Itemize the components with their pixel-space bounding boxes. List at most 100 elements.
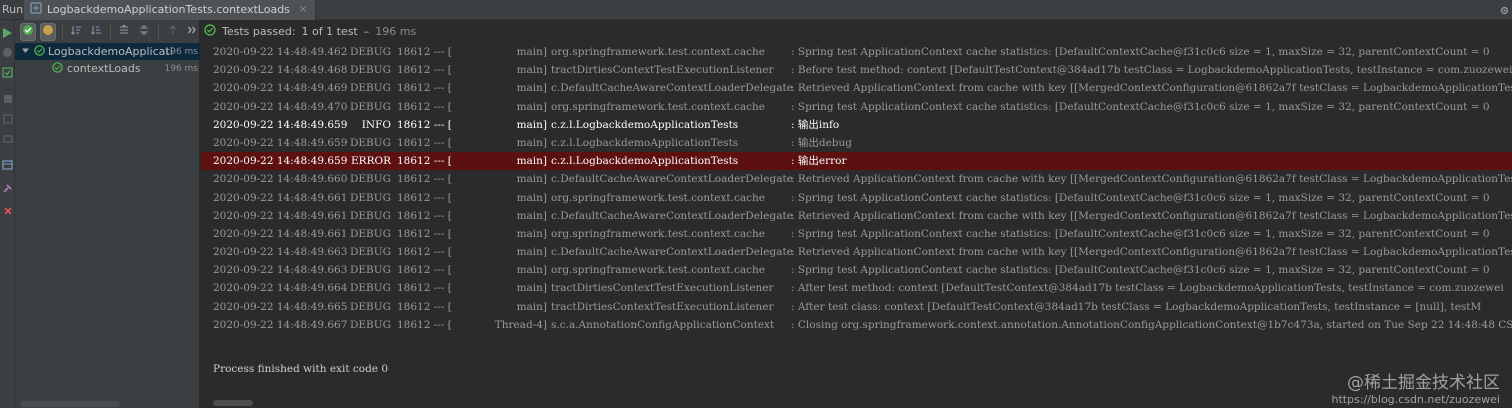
sort-by-duration-button[interactable] — [88, 23, 104, 41]
toolbar-separator — [109, 24, 111, 39]
tree-horizontal-scrollbar[interactable] — [20, 401, 120, 407]
chevron-double-right-icon — [187, 25, 197, 38]
watermark: @稀土掘金技术社区 https://blog.csdn.net/zuozewei — [1290, 368, 1500, 406]
log-msg: : Before test method: context [DefaultTe… — [791, 64, 1512, 77]
log-row-error: 2020-09-22 14:48:49.659 ERROR 18612 --- [m… — [201, 152, 1512, 171]
log-msg: : Spring test ApplicationContext cache s… — [791, 46, 1490, 58]
tree-node-test-method[interactable]: contextLoads 196 ms — [15, 60, 200, 77]
log-msg: : After test method: context [DefaultTes… — [791, 282, 1504, 295]
test-status-bar: Tests passed: 1 of 1 test – 196 ms — [200, 20, 416, 43]
log-ts: 2020-09-22 14:48:49.667 — [213, 318, 348, 331]
log-pid: 18612 --- [ — [397, 100, 452, 113]
check-circle-icon — [204, 24, 216, 39]
log-pid: 18612 --- [ — [397, 191, 452, 204]
more-actions-button[interactable] — [184, 23, 200, 41]
log-lg: c.z.l.LogbackdemoApplicationTests — [551, 155, 739, 168]
show-ignored-button[interactable] — [39, 22, 56, 41]
log-ts: 2020-09-22 14:48:49.659 — [213, 155, 348, 168]
log-msg: : Retrieved ApplicationContext from cach… — [791, 173, 1512, 186]
log-lv: DEBUG — [349, 46, 391, 58]
log-th: main] — [516, 282, 547, 295]
rerun-failed-icon[interactable] — [1, 46, 14, 59]
tree-node-test-class[interactable]: LogbackdemoApplicati 196 ms — [15, 43, 200, 60]
test-tree: LogbackdemoApplicati 196 ms contextLoads… — [15, 43, 200, 77]
pin-icon[interactable] — [1, 182, 14, 195]
show-passed-button[interactable] — [20, 22, 36, 41]
layout-icon[interactable] — [1, 158, 14, 171]
log-lg: org.springframework.test.context.cache — [551, 227, 765, 240]
log-msg: : After test class: context [DefaultTest… — [791, 300, 1482, 313]
log-th: main] — [516, 264, 547, 277]
log-lg: c.DefaultCacheAwareContextLoaderDelegate — [551, 246, 793, 259]
run-tab[interactable]: LogbackdemoApplicationTests.contextLoads… — [24, 0, 317, 20]
rerun-icon[interactable] — [1, 26, 14, 39]
log-th: main] — [516, 136, 547, 149]
log-ts: 2020-09-22 14:48:49.660 — [213, 173, 348, 186]
sort-duration-icon — [90, 24, 102, 39]
log-lg: org.springframework.test.context.cache — [551, 264, 765, 277]
log-th: main] — [516, 46, 547, 58]
status-text: Tests passed: — [222, 25, 296, 38]
sort-alphabetically-button[interactable] — [69, 23, 85, 41]
log-th: main] — [516, 191, 547, 204]
log-msg: : Spring test ApplicationContext cache s… — [791, 191, 1490, 204]
log-pid: 18612 --- [ — [397, 82, 452, 95]
run-toolbar: Run: LogbackdemoApplicationTests.context… — [0, 0, 1512, 20]
log-row: 2020-09-22 14:48:49.659 DEBUG 18612 --- [m… — [213, 134, 1512, 152]
log-pid: 18612 --- [ — [397, 300, 452, 313]
log-lv: INFO — [361, 118, 391, 131]
sort-alpha-icon — [70, 24, 82, 39]
log-ts: 2020-09-22 14:48:49.661 — [213, 227, 348, 240]
log-lg: tractDirtiesContextTestExecutionListener — [551, 282, 774, 295]
check-circle-icon — [52, 61, 63, 76]
expand-all-button[interactable] — [117, 23, 133, 41]
toggle-auto-test-icon[interactable] — [1, 66, 14, 79]
tree-node-duration: 196 ms — [164, 63, 199, 74]
import-icon[interactable] — [1, 132, 14, 145]
log-th: main] — [516, 155, 547, 168]
log-pid: 18612 --- [ — [397, 264, 452, 277]
console-horizontal-scrollbar[interactable] — [213, 400, 253, 406]
log-lg: c.DefaultCacheAwareContextLoaderDelegate — [551, 173, 793, 186]
log-lg: c.DefaultCacheAwareContextLoaderDelegate — [551, 82, 793, 95]
log-pid: 18612 --- [ — [397, 227, 452, 240]
log-lv: DEBUG — [349, 209, 391, 222]
log-lg: c.DefaultCacheAwareContextLoaderDelegate — [551, 209, 793, 222]
log-th: main] — [516, 300, 547, 313]
log-msg: : 输出debug — [791, 136, 853, 149]
export-icon[interactable] — [1, 112, 14, 125]
gear-icon[interactable] — [1496, 0, 1512, 20]
log-lv: DEBUG — [349, 264, 391, 277]
collapse-all-button[interactable] — [136, 23, 152, 41]
log-th: main] — [516, 100, 547, 113]
console-output[interactable]: 2020-09-22 14:48:49.462 DEBUG 18612 --- [m… — [201, 43, 1512, 408]
log-lv: DEBUG — [349, 136, 391, 149]
log-lg: c.z.l.LogbackdemoApplicationTests — [551, 118, 739, 131]
log-msg: : Closing org.springframework.context.an… — [791, 318, 1512, 331]
status-count: 1 of 1 test — [301, 25, 358, 38]
previous-failed-button[interactable] — [165, 23, 181, 41]
close-icon[interactable]: × — [299, 4, 307, 15]
close-run-icon[interactable] — [1, 204, 14, 217]
log-ts: 2020-09-22 14:48:49.663 — [213, 264, 348, 277]
log-row: 2020-09-22 14:48:49.667 DEBUG 18612 --- [T… — [213, 316, 1512, 334]
log-lg: tractDirtiesContextTestExecutionListener — [551, 64, 774, 77]
tree-node-duration: 196 ms — [164, 46, 199, 57]
log-msg: : Retrieved ApplicationContext from cach… — [791, 82, 1512, 95]
stop-icon[interactable] — [1, 92, 14, 105]
check-circle-icon — [34, 44, 45, 59]
log-th: main] — [516, 227, 547, 240]
check-circle-icon — [22, 24, 34, 39]
log-ts: 2020-09-22 14:48:49.469 — [213, 82, 348, 95]
chevron-down-icon[interactable] — [21, 45, 30, 58]
watermark-site-name: @稀土掘金技术社区 — [1347, 373, 1500, 393]
log-lv: DEBUG — [349, 64, 391, 77]
log-pid: 18612 --- [ — [397, 209, 452, 222]
log-msg: : Retrieved ApplicationContext from cach… — [791, 246, 1512, 259]
log-lv: DEBUG — [349, 318, 391, 331]
log-row: 2020-09-22 14:48:49.663 DEBUG 18612 --- [m… — [213, 243, 1512, 261]
log-lg: s.c.a.AnnotationConfigApplicationContext — [551, 318, 775, 331]
log-row: 2020-09-22 14:48:49.468 DEBUG 18612 --- [m… — [213, 61, 1512, 79]
run-label: Run: — [2, 3, 27, 16]
test-tree-panel: LogbackdemoApplicati 196 ms contextLoads… — [15, 20, 200, 408]
